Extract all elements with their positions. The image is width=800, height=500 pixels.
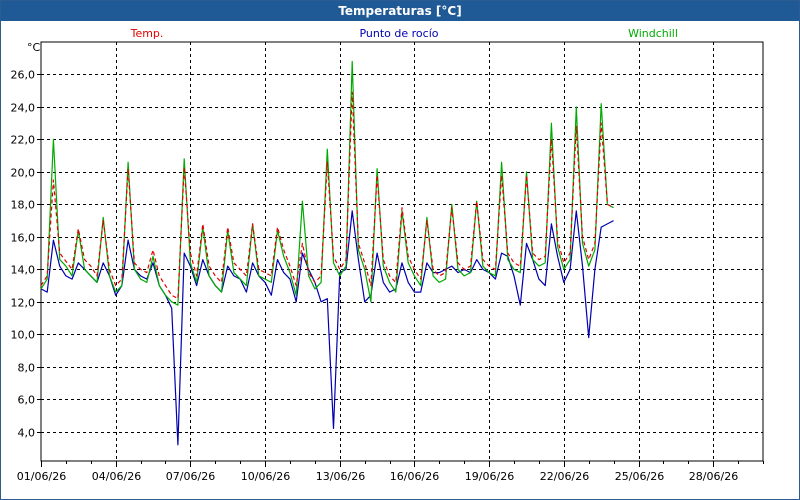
y-axis-unit: °C: [27, 41, 41, 54]
legend-windchill: Windchill: [628, 27, 678, 40]
y-tick-label: 6,0: [18, 394, 36, 407]
x-tick-label: 25/06/26: [615, 470, 664, 483]
y-tick-label: 12,0: [11, 297, 36, 310]
x-tick-label: 10/06/26: [241, 470, 290, 483]
temperature-chart: Temp. Punto de rocío Windchill °C 4,0 6,0…: [11, 27, 764, 483]
x-tick-label: 07/06/26: [166, 470, 215, 483]
y-tick-label: 22,0: [11, 134, 36, 147]
y-tick-label: 20,0: [11, 167, 36, 180]
legend-dew-point: Punto de rocío: [359, 27, 438, 40]
x-tick-label: 04/06/26: [92, 470, 141, 483]
x-tick-label: 22/06/26: [540, 470, 589, 483]
y-tick-label: 24,0: [11, 102, 36, 115]
y-tick-label: 14,0: [11, 264, 36, 277]
legend-temp: Temp.: [130, 27, 164, 40]
window-title: Temperaturas [°C]: [1, 1, 799, 21]
y-tick-label: 10,0: [11, 329, 36, 342]
y-tick-label: 26,0: [11, 69, 36, 82]
plot-area: [40, 41, 764, 462]
y-tick-label: 18,0: [11, 199, 36, 212]
y-tick-label: 8,0: [18, 362, 36, 375]
x-tick-label: 13/06/26: [316, 470, 365, 483]
x-tick-label: 16/06/26: [390, 470, 439, 483]
x-tick-label: 28/06/26: [689, 470, 738, 483]
y-tick-label: 16,0: [11, 232, 36, 245]
y-tick-label: 4,0: [18, 427, 36, 440]
x-tick-label: 19/06/26: [465, 470, 514, 483]
chart-window: Temperaturas [°C] Temp. Punto de rocío W…: [0, 0, 800, 500]
x-tick-label: 01/06/26: [17, 470, 66, 483]
